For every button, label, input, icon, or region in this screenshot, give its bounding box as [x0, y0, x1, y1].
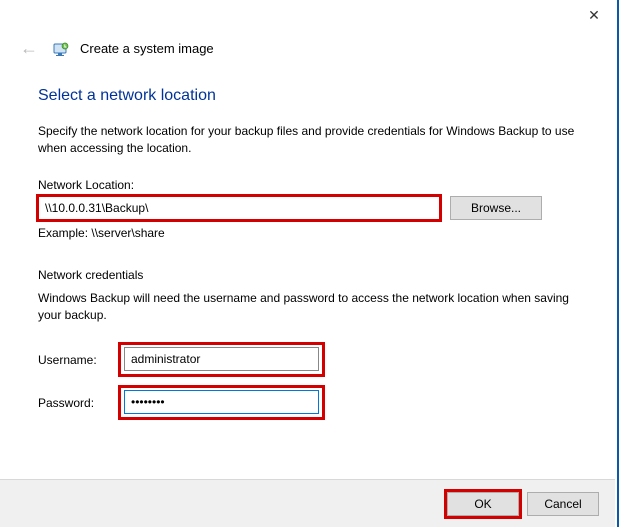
cancel-button[interactable]: Cancel: [527, 492, 599, 516]
credentials-highlight: [118, 342, 325, 377]
ok-button[interactable]: OK: [447, 492, 519, 516]
back-arrow-icon[interactable]: ←: [16, 38, 42, 59]
wizard-icon: [52, 40, 70, 58]
credentials-heading: Network credentials: [38, 268, 579, 282]
username-input[interactable]: [124, 347, 319, 371]
network-location-input[interactable]: [38, 196, 440, 220]
page-instruction: Specify the network location for your ba…: [38, 123, 579, 158]
wizard-title: Create a system image: [80, 41, 214, 56]
close-icon: ✕: [588, 7, 600, 24]
location-row: Browse...: [38, 196, 579, 220]
password-label: Password:: [38, 396, 118, 410]
credentials-instruction: Windows Backup will need the username an…: [38, 290, 579, 325]
content-area: Select a network location Specify the ne…: [0, 59, 617, 439]
username-row: Username:: [38, 343, 579, 378]
password-highlight: [118, 385, 325, 420]
location-label: Network Location:: [38, 178, 579, 192]
page-heading: Select a network location: [38, 87, 579, 105]
close-button[interactable]: ✕: [571, 0, 617, 30]
username-label: Username:: [38, 353, 118, 367]
dialog-footer: OK Cancel: [0, 479, 615, 527]
password-row: Password:: [38, 386, 579, 421]
example-text: Example: \\server\share: [38, 226, 579, 240]
titlebar: ✕: [0, 0, 617, 32]
wizard-header: ← Create a system image: [0, 38, 617, 59]
browse-button[interactable]: Browse...: [450, 196, 542, 220]
password-input[interactable]: [124, 390, 319, 414]
